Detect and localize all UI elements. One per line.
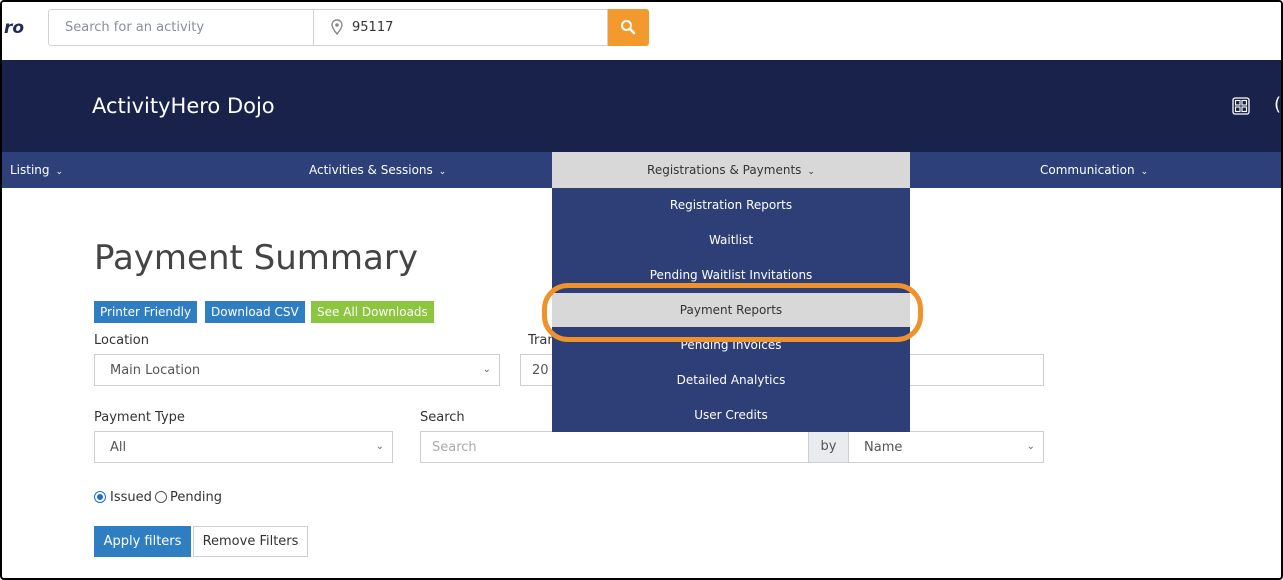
payment-type-label: Payment Type: [94, 410, 185, 425]
location-value: Main Location: [110, 363, 201, 378]
chevron-down-icon: ⌄: [375, 441, 384, 452]
chevron-down-icon: ⌄: [438, 167, 447, 177]
payment-type-select[interactable]: All ⌄: [94, 431, 393, 463]
apply-filters-button[interactable]: Apply filters: [94, 526, 191, 557]
nav-listing[interactable]: Listing ⌄: [10, 152, 63, 188]
business-name: ActivityHero Dojo: [92, 94, 275, 118]
nav-communication[interactable]: Communication ⌄: [1040, 152, 1148, 188]
radio-pending-label: Pending: [170, 490, 222, 505]
printer-friendly-button[interactable]: Printer Friendly: [94, 301, 198, 323]
nav-registrations-payments[interactable]: Registrations & Payments ⌄: [552, 152, 910, 188]
search-by-value: Name: [864, 440, 903, 455]
logo[interactable]: ro: [4, 18, 24, 38]
nav-label: Activities & Sessions: [309, 163, 433, 177]
site-header: ActivityHero Dojo (: [2, 60, 1281, 152]
header-clipped-text: (: [1274, 94, 1282, 115]
chevron-down-icon: ⌄: [55, 167, 64, 177]
nav-label: Listing: [10, 163, 50, 177]
radio-issued[interactable]: [94, 491, 106, 503]
grid-icon[interactable]: [1232, 97, 1250, 115]
remove-filters-button[interactable]: Remove Filters: [193, 526, 308, 557]
search-by-select[interactable]: Name ⌄: [848, 431, 1044, 463]
menu-item-registration-reports[interactable]: Registration Reports: [552, 188, 910, 222]
radio-issued-label: Issued: [110, 490, 152, 505]
highlight-ring: [542, 283, 923, 342]
search-bar: Search for an activity 95117: [48, 9, 608, 46]
search-button[interactable]: [608, 9, 649, 46]
payment-type-value: All: [110, 440, 127, 455]
magnifier-icon: [621, 20, 636, 35]
location-label: Location: [94, 333, 149, 348]
app-frame: ro Search for an activity 95117 Activity…: [0, 0, 1283, 580]
nav-activities-sessions[interactable]: Activities & Sessions ⌄: [309, 152, 446, 188]
chevron-down-icon: ⌄: [1140, 167, 1149, 177]
search-label: Search: [420, 410, 465, 425]
menu-item-detailed-analytics[interactable]: Detailed Analytics: [552, 363, 910, 397]
chevron-down-icon: ⌄: [1026, 441, 1035, 452]
menu-item-waitlist[interactable]: Waitlist: [552, 223, 910, 257]
activity-search-input[interactable]: Search for an activity: [65, 20, 204, 35]
transaction-date-value: 20: [532, 363, 549, 378]
map-pin-icon: [331, 19, 343, 35]
menu-item-user-credits[interactable]: User Credits: [552, 398, 910, 432]
chevron-down-icon: ⌄: [482, 364, 491, 375]
chevron-down-icon: ⌄: [807, 167, 815, 177]
divider: [313, 10, 314, 45]
nav-label: Communication: [1040, 163, 1135, 177]
radio-pending[interactable]: [155, 491, 167, 503]
see-all-downloads-button[interactable]: See All Downloads: [311, 301, 434, 323]
by-addon: by: [808, 431, 849, 463]
main-nav: Listing ⌄ Activities & Sessions ⌄ Registra…: [2, 152, 1281, 188]
location-select[interactable]: Main Location ⌄: [94, 354, 500, 386]
download-csv-button[interactable]: Download CSV: [205, 301, 305, 323]
search-input[interactable]: Search: [420, 431, 809, 463]
search-placeholder: Search: [432, 440, 477, 455]
page-title: Payment Summary: [94, 238, 418, 278]
nav-label: Registrations & Payments: [647, 163, 802, 177]
zip-input[interactable]: 95117: [352, 20, 393, 35]
top-search-bar: ro Search for an activity 95117: [2, 2, 1281, 60]
